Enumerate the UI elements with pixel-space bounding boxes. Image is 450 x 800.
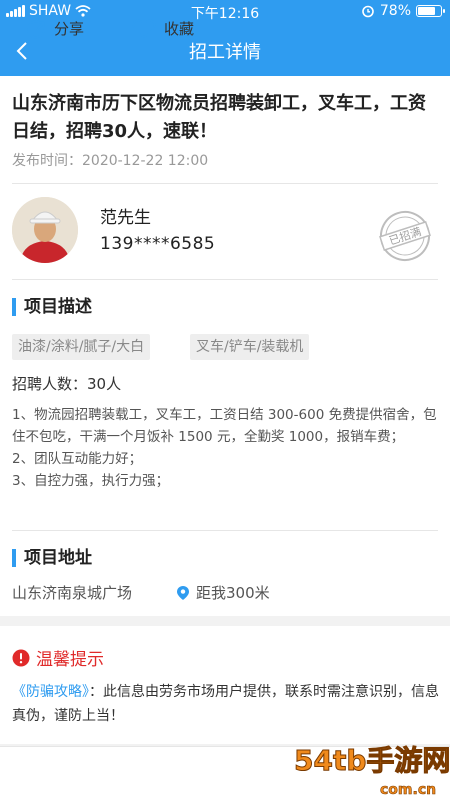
share-icon [27, 19, 45, 38]
stamp-text: 已招满 [387, 224, 423, 248]
avatar [12, 197, 78, 263]
alarm-icon [362, 5, 374, 18]
description-line: 3、自控力强，执行力强； [12, 473, 170, 489]
project-description-heading: 项目描述 [12, 298, 92, 316]
tip-heading: 温馨提示 [12, 645, 104, 670]
status-right: 78% [361, 3, 445, 19]
watermark-site: com.cn [380, 782, 436, 798]
tip-heading-text: 温馨提示 [36, 650, 104, 670]
filled-stamp-icon: 已招满 [379, 211, 431, 261]
anti-fraud-link[interactable]: 《防骗攻略》 [12, 684, 89, 700]
recruit-count: 招聘人数：30人 [12, 375, 122, 393]
tag-painting: 油漆/涂料/腻子/大白 [12, 334, 151, 360]
publish-value: 2020-12-22 12:00 [82, 153, 209, 169]
share-button[interactable]: 分享 [26, 18, 84, 39]
project-address: 山东济南泉城广场 [12, 584, 133, 602]
divider [12, 183, 438, 184]
share-label: 分享 [54, 20, 85, 38]
contact-phone[interactable]: 139****6585 [100, 234, 215, 254]
publish-label: 发布时间： [12, 153, 82, 169]
warning-icon [12, 649, 30, 666]
favorite-button[interactable]: 收藏 [132, 18, 194, 39]
tag-forklift: 叉车/铲车/装载机 [190, 334, 310, 360]
description-line: 2、团队互动能力好； [12, 451, 143, 467]
distance[interactable]: 距我300米 [176, 582, 270, 603]
avatar-illustration [12, 197, 78, 263]
favorite-label: 收藏 [164, 20, 195, 38]
distance-text: 距我300米 [196, 584, 270, 602]
location-pin-icon [177, 585, 189, 600]
description-line: 1、物流园招聘装载工，叉车工，工资日结 300-600 免费提供宿舍，包住不包吃… [12, 407, 437, 445]
job-title: 山东济南市历下区物流员招聘装卸工，叉车工，工资日结，招聘30人，速联！ [12, 93, 426, 142]
battery-percent: 78% [379, 3, 411, 19]
heart-icon [132, 19, 156, 38]
battery-icon [416, 5, 445, 17]
divider [12, 279, 438, 280]
project-address-heading: 项目地址 [12, 549, 92, 567]
contact-name: 范先生 [100, 208, 151, 228]
site-watermark: 54tb手游网 com.cn [294, 744, 450, 799]
divider [12, 530, 438, 531]
watermark-brand: 54tb手游网 [294, 744, 450, 777]
publish-time: 发布时间：2020-12-22 12:00 [12, 150, 208, 170]
job-description: 1、物流园招聘装载工，叉车工，工资日结 300-600 免费提供宿舍，包住不包吃… [12, 404, 442, 492]
page-title: 招工详情 [189, 42, 261, 63]
